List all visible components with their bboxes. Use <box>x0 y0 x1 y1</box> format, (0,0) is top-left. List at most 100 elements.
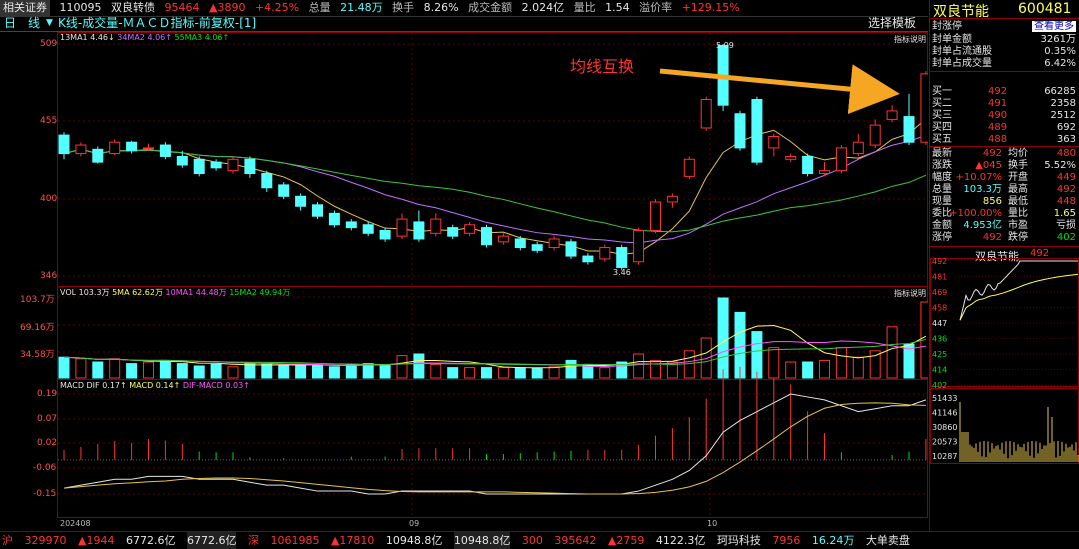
stat-label: 总量 <box>932 184 952 195</box>
candle-body[interactable] <box>751 99 763 163</box>
candle-body[interactable] <box>109 141 121 155</box>
stat-value: +10.07% <box>955 172 1002 183</box>
price-axis-tick: 509 <box>40 39 58 49</box>
volume-bar <box>143 361 154 379</box>
stat-value2: 448 <box>1056 196 1076 207</box>
candle-body[interactable] <box>210 161 222 169</box>
mini-axis-tick: 458 <box>932 304 947 313</box>
candle-body[interactable] <box>58 134 70 155</box>
candle-body[interactable] <box>396 218 408 237</box>
candle-body[interactable] <box>531 244 543 251</box>
candle-body[interactable] <box>447 227 459 237</box>
candle-body[interactable] <box>835 147 847 172</box>
bid-volume: 2512 <box>1050 110 1076 121</box>
candle-body[interactable] <box>345 221 357 229</box>
candle-body[interactable] <box>481 227 492 246</box>
candle-body[interactable] <box>903 116 915 143</box>
volume-bar <box>176 363 188 379</box>
candle-body[interactable] <box>683 158 695 177</box>
bid-row[interactable]: 买二 491 2358 <box>932 98 1078 109</box>
volume-bar <box>565 359 577 379</box>
intraday-mini-chart[interactable]: 492 481 469 458 447 436 425 414 402 51433 41146 308… <box>930 258 1079 543</box>
candle-body[interactable] <box>227 158 239 172</box>
candle-body[interactable] <box>599 247 611 260</box>
mini-vol-tick: 20573 <box>932 438 957 447</box>
vol-help-link[interactable]: 指标说明 <box>894 288 926 299</box>
volume-bar <box>481 367 492 379</box>
candle-body[interactable] <box>785 155 797 160</box>
bid-row[interactable]: 买一 492 66285 <box>932 86 1078 97</box>
candle-body[interactable] <box>143 147 154 150</box>
candle-body[interactable] <box>75 144 87 155</box>
ticker-stock-name[interactable]: 珂玛科技 <box>717 532 761 549</box>
macd-panel-border <box>57 379 928 518</box>
candle-body[interactable] <box>193 158 205 175</box>
candle-body[interactable] <box>261 173 273 189</box>
volume-bar <box>328 366 340 379</box>
candle-body[interactable] <box>92 148 104 163</box>
candle-body[interactable] <box>869 124 881 146</box>
candle-body[interactable] <box>362 224 374 234</box>
vol-legend-ma10: 10MA1 44.48万 <box>165 288 227 297</box>
candle-body[interactable] <box>430 218 442 234</box>
bid-volume: 2358 <box>1050 98 1076 109</box>
candle-body[interactable] <box>819 170 830 175</box>
candle-body[interactable] <box>176 155 188 166</box>
candle-body[interactable] <box>565 241 577 257</box>
macd-axis-tick: 0.19 <box>37 389 58 399</box>
stat-row: 现量 856 最低 448 <box>932 196 1078 207</box>
candle-body[interactable] <box>278 184 290 197</box>
stat-row: 最新 492 均价 480 <box>932 148 1078 159</box>
limit-up-status: 封涨停 <box>932 21 962 32</box>
volume-bar <box>227 366 239 379</box>
candle-body[interactable] <box>159 144 171 157</box>
candle-body[interactable] <box>768 136 780 149</box>
candle-body[interactable] <box>650 201 661 231</box>
candle-body[interactable] <box>852 141 864 155</box>
candle-body[interactable] <box>886 110 898 120</box>
volume-bar <box>379 364 391 379</box>
candle-body[interactable] <box>126 141 138 152</box>
volume-bar <box>244 363 256 379</box>
indicator-help-link[interactable]: 指标说明 <box>894 34 926 45</box>
candle-body[interactable] <box>582 255 594 263</box>
sz-change: ▲17810 <box>330 534 375 547</box>
mini-vol-tick: 30860 <box>932 423 957 432</box>
big-order-label[interactable]: 大单卖盘 <box>866 532 910 549</box>
volume-bar <box>464 367 476 379</box>
cy-amount: 4122.3亿 <box>655 534 706 547</box>
candle-body[interactable] <box>548 238 560 249</box>
ticker-stock-price: 7956 <box>772 534 801 547</box>
candle-body[interactable] <box>666 195 678 203</box>
candle-body[interactable] <box>328 212 340 226</box>
stat-label2: 市盈 <box>1008 220 1028 231</box>
candle-body[interactable] <box>920 73 928 143</box>
view-more-button[interactable]: 查看更多 <box>1032 21 1076 32</box>
candle-body[interactable] <box>312 204 323 217</box>
macd-dea-legend: MACD 0.14↑ <box>129 381 181 390</box>
macd-axis-tick: -0.06 <box>33 463 57 473</box>
candle-body[interactable] <box>244 158 256 175</box>
bid-row[interactable]: 买五 488 363 <box>932 134 1078 145</box>
kline-chart[interactable] <box>0 0 928 531</box>
candle-body[interactable] <box>616 247 628 268</box>
candle-body[interactable] <box>802 155 814 175</box>
volume-bar <box>819 359 830 379</box>
candle-body[interactable] <box>633 229 645 263</box>
candle-body[interactable] <box>413 221 425 240</box>
candle-body[interactable] <box>700 99 712 129</box>
stat-value2: 亏损 <box>1056 220 1076 231</box>
candle-body[interactable] <box>464 224 476 234</box>
candle-body[interactable] <box>379 229 391 240</box>
mini-vol-tick: 10287 <box>932 452 957 461</box>
candle-body[interactable] <box>295 195 307 207</box>
candle-body[interactable] <box>734 113 746 149</box>
bid-row[interactable]: 买四 489 692 <box>932 122 1078 133</box>
seal-row: 封单占流通股 0.35% <box>932 46 1078 57</box>
volume-bar <box>700 337 712 379</box>
candle-body[interactable] <box>497 235 509 243</box>
bid-row[interactable]: 买三 490 2512 <box>932 110 1078 121</box>
volume-bar <box>768 347 780 379</box>
status-row: 封涨停 查看更多 <box>932 21 1078 32</box>
candle-body[interactable] <box>514 238 526 249</box>
